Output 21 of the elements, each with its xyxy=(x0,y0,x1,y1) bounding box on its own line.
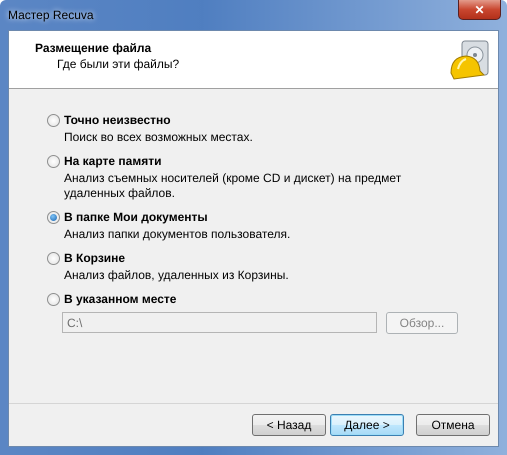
option-description: Анализ съемных носителей (кроме CD и дискет) на предмет удаленных файлов. xyxy=(63,171,402,201)
dialog-button[interactable]: Далее > xyxy=(330,414,404,436)
window-title: Мастер Recuva xyxy=(8,8,94,22)
option-label[interactable]: В папке Мои документы xyxy=(64,210,208,224)
option-label[interactable]: В указанном месте xyxy=(64,292,176,306)
close-button[interactable]: ✕ xyxy=(458,0,501,20)
dialog-button[interactable]: Отмена xyxy=(416,414,490,436)
option-description: Анализ папки документов пользователя. xyxy=(63,227,292,242)
option-label[interactable]: На карте памяти xyxy=(64,154,162,168)
radio-button[interactable] xyxy=(47,114,60,126)
radio-button[interactable] xyxy=(47,252,60,264)
page-subtitle: Где были эти файлы? xyxy=(56,57,180,71)
radio-button[interactable] xyxy=(47,154,60,168)
option-label[interactable]: Точно неизвестно xyxy=(64,113,171,127)
radio-button[interactable] xyxy=(47,292,60,306)
option-label[interactable]: В Корзине xyxy=(64,251,126,265)
option-description: Анализ файлов, удаленных из Корзины. xyxy=(63,268,290,283)
radio-button[interactable] xyxy=(47,210,60,224)
dialog-button[interactable]: < Назад xyxy=(252,414,326,436)
page-title: Размещение файла xyxy=(35,41,152,55)
option-description: Поиск во всех возможных местах. xyxy=(63,130,254,145)
